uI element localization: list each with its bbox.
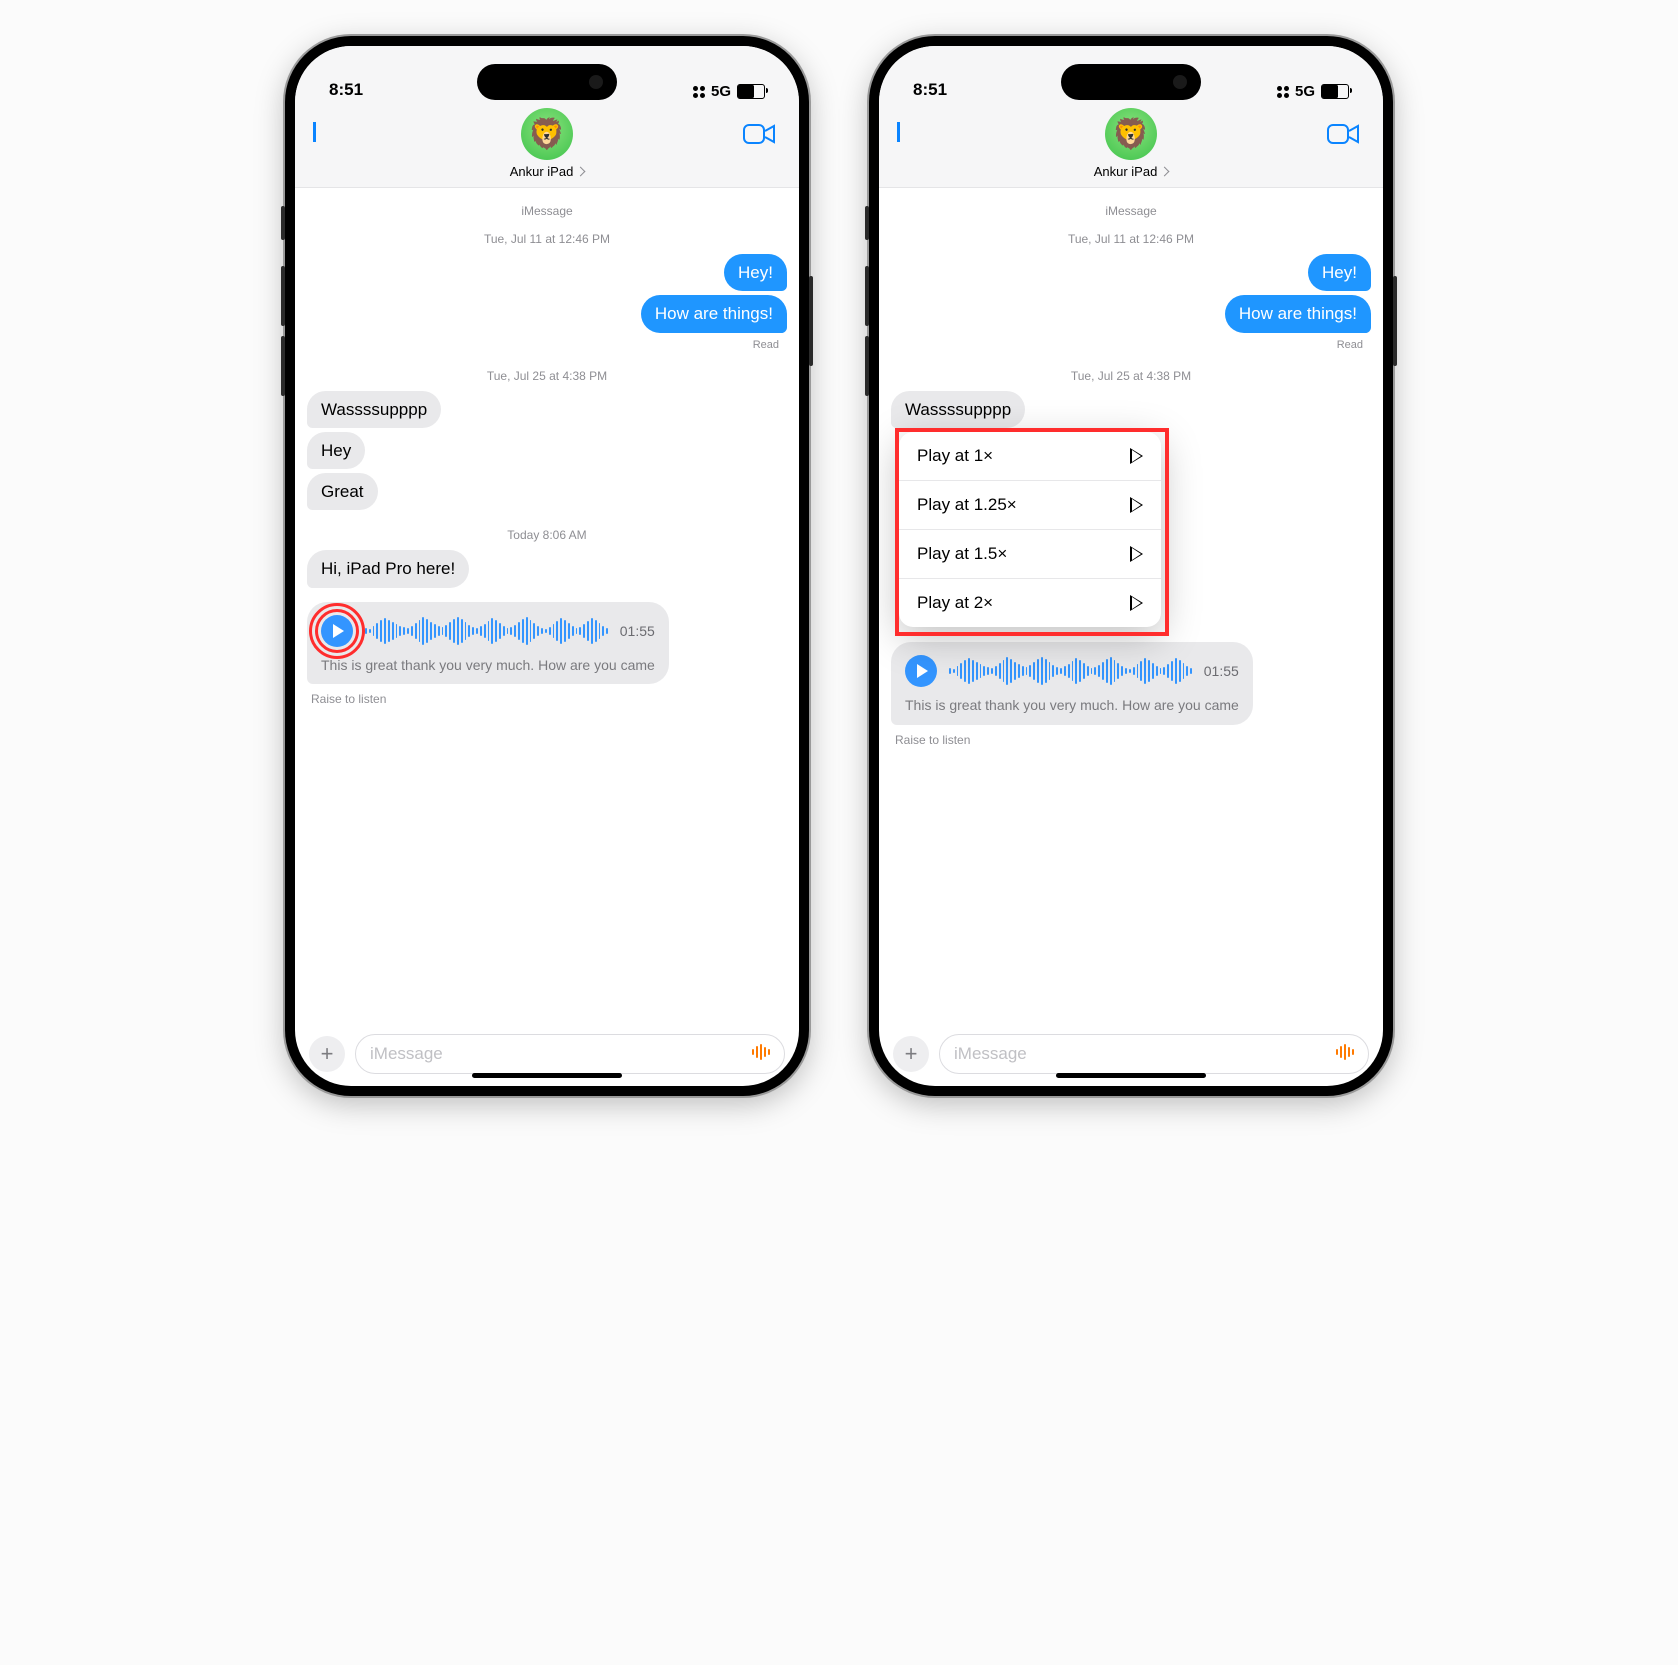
chevron-right-icon [1160, 167, 1170, 177]
phone-right: 8:51 5G 🦁 Ankur iPad iMess [869, 36, 1393, 1096]
home-indicator[interactable] [1056, 1073, 1206, 1078]
timestamp: Tue, Jul 11 at 12:46 PM [307, 232, 787, 246]
audio-duration: 01:55 [620, 623, 655, 639]
timestamp: Tue, Jul 11 at 12:46 PM [891, 232, 1371, 246]
audio-record-button[interactable] [1334, 1042, 1354, 1067]
messages-scroll[interactable]: iMessage Tue, Jul 11 at 12:46 PM Hey! Ho… [295, 188, 799, 1024]
read-receipt: Read [891, 339, 1371, 351]
avatar[interactable]: 🦁 [521, 108, 573, 160]
battery-icon [1321, 84, 1349, 99]
dynamic-island [1061, 64, 1201, 100]
audio-message[interactable]: 01:55 This is great thank you very much.… [307, 602, 669, 685]
facetime-button[interactable] [743, 122, 777, 151]
play-icon [917, 664, 928, 678]
timestamp: Tue, Jul 25 at 4:38 PM [307, 369, 787, 383]
menu-item-play-1x[interactable]: Play at 1× [899, 432, 1161, 481]
conversation-header: 🦁 Ankur iPad [295, 104, 799, 188]
contact-name: Ankur iPad [1094, 164, 1158, 179]
service-label: iMessage [891, 204, 1371, 218]
received-bubble[interactable]: Great [307, 473, 378, 510]
messages-scroll[interactable]: iMessage Tue, Jul 11 at 12:46 PM Hey! Ho… [879, 188, 1383, 1024]
play-icon [1130, 595, 1143, 611]
sent-bubble[interactable]: How are things! [641, 295, 787, 332]
status-time: 8:51 [329, 80, 363, 100]
chevron-left-icon [897, 122, 900, 142]
audio-message[interactable]: 01:55 This is great thank you very much.… [891, 642, 1253, 725]
received-bubble[interactable]: Hi, iPad Pro here! [307, 550, 469, 587]
menu-item-play-1_5x[interactable]: Play at 1.5× [899, 530, 1161, 579]
received-bubble[interactable]: Wassssupppp [891, 391, 1025, 428]
audio-duration: 01:55 [1204, 663, 1239, 679]
waveform[interactable] [365, 614, 608, 648]
dynamic-island [477, 64, 617, 100]
apps-button[interactable]: + [893, 1036, 929, 1072]
sent-bubble[interactable]: Hey! [724, 254, 787, 291]
placeholder: iMessage [370, 1044, 443, 1064]
message-input[interactable]: iMessage [355, 1034, 785, 1074]
sent-bubble[interactable]: Hey! [1308, 254, 1371, 291]
battery-icon [737, 84, 765, 99]
timestamp: Tue, Jul 25 at 4:38 PM [891, 369, 1371, 383]
read-receipt: Read [307, 339, 787, 351]
received-bubble[interactable]: Hey [307, 432, 365, 469]
contact-name-button[interactable]: Ankur iPad [1094, 164, 1169, 179]
avatar[interactable]: 🦁 [1105, 108, 1157, 160]
network-label: 5G [1295, 83, 1315, 100]
raise-to-listen-hint: Raise to listen [307, 688, 787, 706]
message-input[interactable]: iMessage [939, 1034, 1369, 1074]
facetime-button[interactable] [1327, 122, 1361, 151]
back-button[interactable] [897, 122, 900, 140]
timestamp: Today 8:06 AM [307, 528, 787, 542]
audio-record-button[interactable] [750, 1042, 770, 1067]
chevron-right-icon [576, 167, 586, 177]
back-button[interactable] [313, 122, 316, 140]
play-icon [1130, 497, 1143, 513]
play-icon [1130, 546, 1143, 562]
status-time: 8:51 [913, 80, 947, 100]
menu-item-play-2x[interactable]: Play at 2× [899, 579, 1161, 627]
signal-icon [693, 86, 705, 98]
home-indicator[interactable] [472, 1073, 622, 1078]
menu-item-play-1_25x[interactable]: Play at 1.25× [899, 481, 1161, 530]
network-label: 5G [711, 83, 731, 100]
play-icon [333, 624, 344, 638]
waveform-icon [750, 1042, 770, 1062]
phone-left: 8:51 5G 🦁 Ankur iPad iMess [285, 36, 809, 1096]
play-icon [1130, 448, 1143, 464]
contact-name-button[interactable]: Ankur iPad [510, 164, 585, 179]
sent-bubble[interactable]: How are things! [1225, 295, 1371, 332]
waveform-icon [1334, 1042, 1354, 1062]
received-bubble[interactable]: Wassssupppp [307, 391, 441, 428]
waveform[interactable] [949, 654, 1192, 688]
signal-icon [1277, 86, 1289, 98]
conversation-header: 🦁 Ankur iPad [879, 104, 1383, 188]
contact-name: Ankur iPad [510, 164, 574, 179]
play-button[interactable] [321, 615, 353, 647]
service-label: iMessage [307, 204, 787, 218]
playback-speed-menu: Play at 1× Play at 1.25× Play at 1.5× [899, 432, 1161, 627]
raise-to-listen-hint: Raise to listen [891, 729, 1371, 747]
apps-button[interactable]: + [309, 1036, 345, 1072]
video-icon [1327, 122, 1361, 146]
video-icon [743, 122, 777, 146]
play-button[interactable] [905, 655, 937, 687]
audio-transcript: This is great thank you very much. How a… [321, 656, 655, 675]
placeholder: iMessage [954, 1044, 1027, 1064]
chevron-left-icon [313, 122, 316, 142]
audio-transcript: This is great thank you very much. How a… [905, 696, 1239, 715]
